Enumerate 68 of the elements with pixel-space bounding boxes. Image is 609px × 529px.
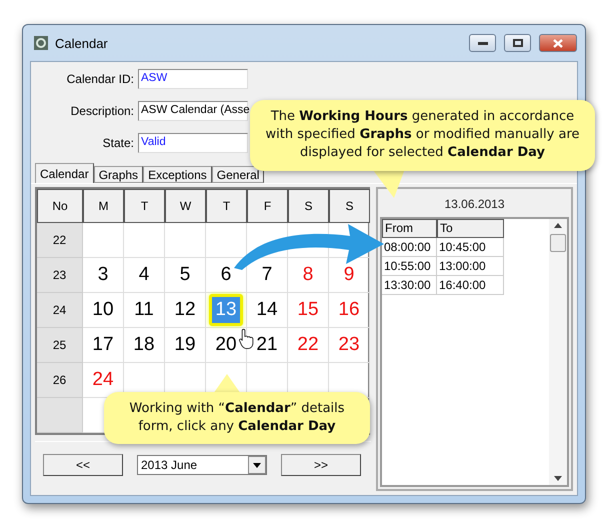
calendar-day[interactable]: 22	[297, 334, 319, 356]
calendar-day[interactable]: 8	[302, 264, 314, 286]
calendar-day[interactable]: 7	[262, 264, 272, 286]
scrollbar-thumb[interactable]	[550, 234, 566, 252]
calendar-day[interactable]: 9	[344, 264, 354, 286]
week-number: 23	[37, 258, 83, 293]
table-cell: 16:40:00	[437, 276, 504, 295]
field-label: State:	[102, 136, 134, 150]
week-number: 22	[37, 223, 83, 258]
column-header: To	[437, 219, 504, 238]
table-cell: 13:00:00	[437, 257, 504, 276]
column-header: S	[329, 189, 370, 223]
scroll-up-icon[interactable]	[554, 223, 562, 228]
calendar-day[interactable]: 10	[92, 299, 114, 321]
calendar-day[interactable]: 6	[220, 264, 232, 286]
table-cell: 10:55:00	[382, 257, 437, 276]
scrollbar[interactable]	[549, 219, 567, 485]
tab[interactable]: Exceptions	[143, 166, 212, 183]
input-field[interactable]: ASW	[138, 69, 248, 89]
input-field[interactable]: ASW Calendar (Asse	[138, 101, 248, 121]
field-label: Calendar ID:	[66, 72, 134, 86]
calendar-day[interactable]: 3	[98, 264, 108, 286]
tab[interactable]: General	[212, 166, 264, 183]
calendar-day[interactable]: 5	[180, 264, 190, 286]
calendar-day[interactable]: 24	[92, 369, 114, 391]
column-header: No	[37, 189, 83, 223]
column-header: M	[83, 189, 124, 223]
tab[interactable]: Calendar	[35, 163, 94, 183]
calendar-day[interactable]: 12	[174, 299, 196, 321]
close-icon	[553, 38, 563, 48]
selected-date: 13.06.2013	[443, 196, 506, 213]
app-icon	[33, 35, 49, 51]
next-button[interactable]: >>	[281, 454, 361, 476]
calendar-day[interactable]: 20	[215, 334, 237, 356]
column-header: T	[206, 189, 247, 223]
calendar-day[interactable]: 21	[256, 334, 278, 356]
calendar-day[interactable]: 19	[174, 334, 196, 356]
month-dropdown[interactable]: 2013 June	[137, 455, 267, 475]
calendar-day[interactable]: 17	[92, 334, 114, 356]
field-label: Description:	[70, 104, 134, 118]
previous-button[interactable]: <<	[43, 454, 123, 476]
maximize-button[interactable]	[504, 34, 531, 52]
scroll-down-icon[interactable]	[554, 476, 562, 481]
week-number: 24	[37, 293, 83, 328]
table-cell: 08:00:00	[382, 238, 437, 257]
calendar-day[interactable]: 4	[138, 264, 150, 286]
calendar-day[interactable]: 23	[338, 334, 360, 356]
tab[interactable]: Graphs	[94, 166, 144, 183]
week-number: 25	[37, 328, 83, 363]
column-header: F	[247, 189, 288, 223]
calendar-day[interactable]: 18	[133, 334, 155, 356]
calendar-day[interactable]: 15	[297, 299, 319, 321]
calendar-day[interactable]: 14	[256, 299, 278, 321]
window-title: Calendar	[55, 36, 109, 50]
calendar-day[interactable]: 11	[134, 299, 154, 321]
table-cell: 10:45:00	[437, 238, 504, 257]
column-header: W	[165, 189, 206, 223]
minimize-button[interactable]	[469, 34, 496, 52]
table-cell: 13:30:00	[382, 276, 437, 295]
week-number: 26	[37, 363, 83, 398]
input-field[interactable]: Valid	[138, 133, 248, 153]
column-header: From	[382, 219, 437, 238]
column-header: S	[288, 189, 329, 223]
calendar-day[interactable]: 16	[338, 299, 360, 321]
close-button[interactable]	[539, 34, 577, 52]
minimize-icon	[478, 42, 488, 44]
maximize-icon	[512, 39, 522, 47]
column-header: T	[124, 189, 165, 223]
